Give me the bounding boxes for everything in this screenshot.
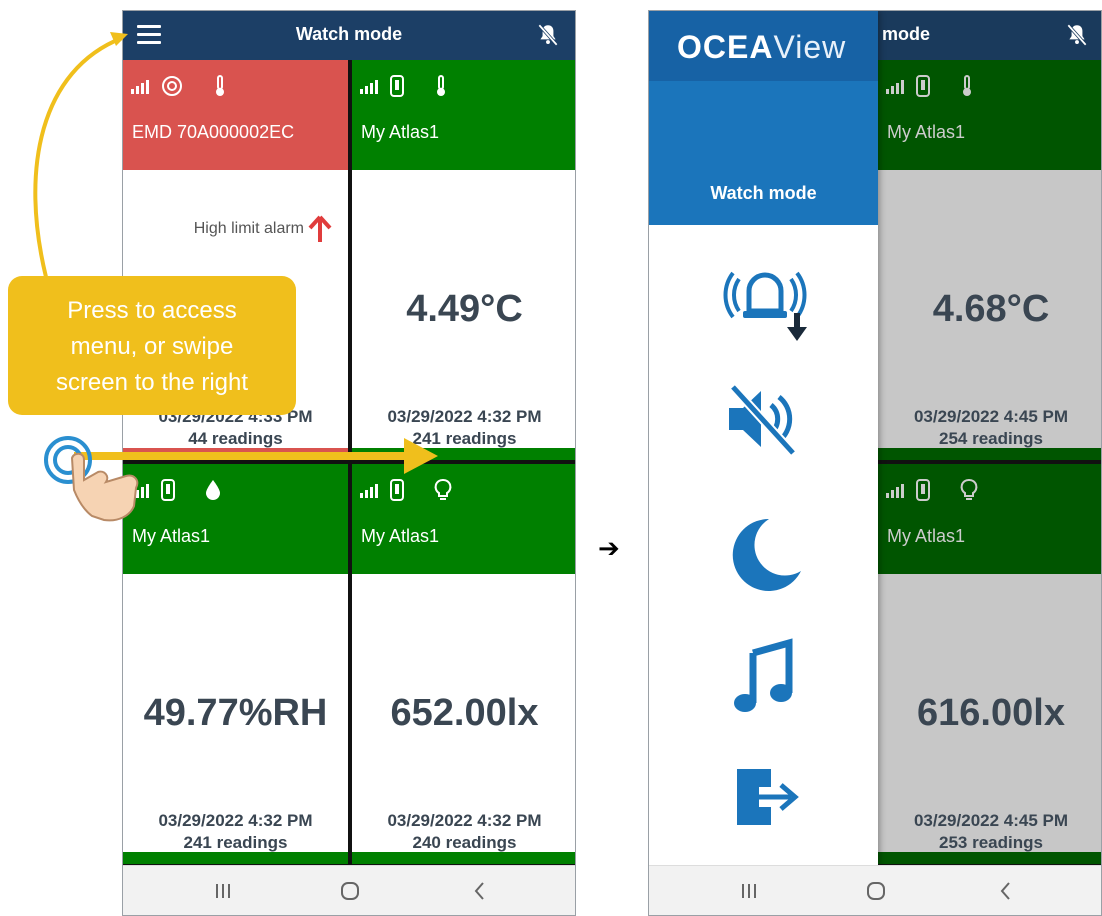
transition-arrow-icon: ➔ xyxy=(598,533,620,563)
tap-gesture-icon xyxy=(44,436,139,522)
swipe-arrowhead xyxy=(404,438,438,474)
curved-pointer-arrow xyxy=(33,36,123,278)
annotation-overlay xyxy=(33,32,438,522)
